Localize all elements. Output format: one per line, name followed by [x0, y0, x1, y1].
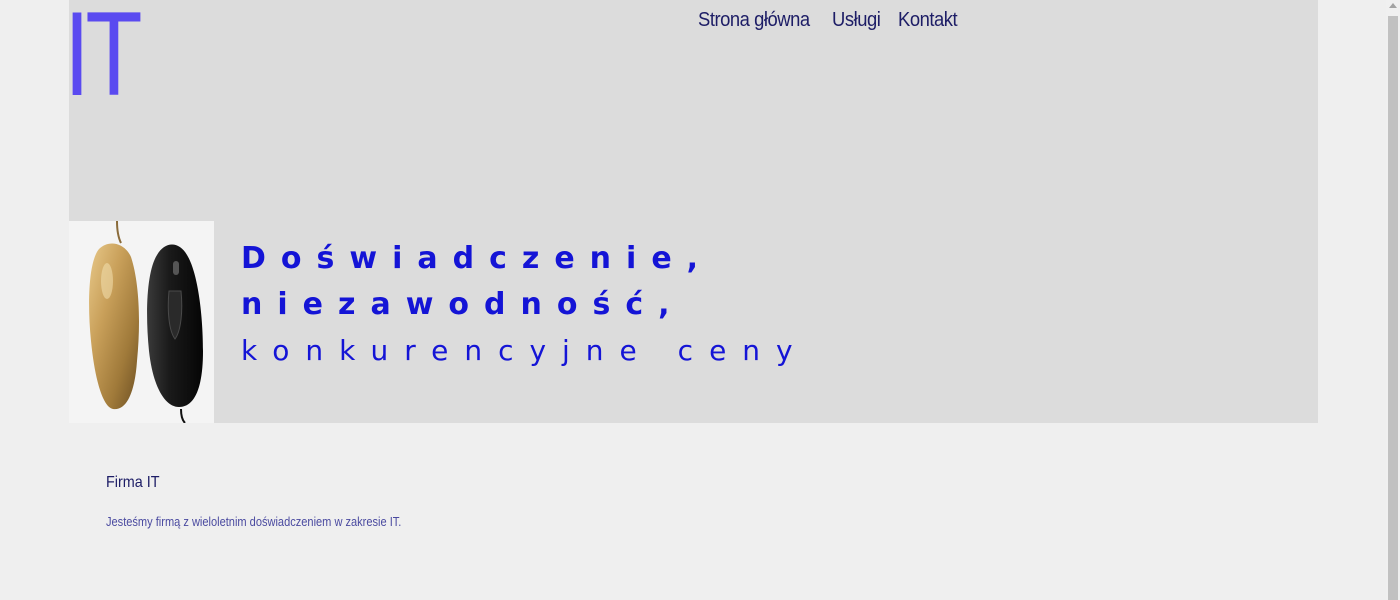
- site-logo[interactable]: IT: [64, 0, 142, 114]
- main-nav: Strona główna Usługi Kontakt: [698, 9, 962, 32]
- tagline-line-2: niezawodność,: [241, 287, 685, 322]
- nav-link-home[interactable]: Strona główna: [698, 9, 810, 32]
- scrollbar-thumb[interactable]: [1388, 16, 1398, 600]
- vertical-scrollbar[interactable]: [1386, 0, 1400, 600]
- hero-tagline: Doświadczenie, niezawodność, konkurencyj…: [241, 236, 809, 374]
- section-title: Firma IT: [106, 474, 160, 491]
- scroll-up-icon[interactable]: [1389, 3, 1397, 8]
- section-text: Jesteśmy firmą z wieloletnim doświadczen…: [106, 514, 402, 529]
- computer-mice-image: [69, 221, 214, 423]
- main-content: Firma IT Jesteśmy firmą z wieloletnim do…: [106, 474, 454, 529]
- tagline-line-1: Doświadczenie,: [241, 241, 714, 276]
- tagline-line-3: konkurencyjne ceny: [241, 334, 809, 367]
- nav-link-contact[interactable]: Kontakt: [898, 9, 958, 32]
- nav-link-services[interactable]: Usługi: [832, 9, 881, 32]
- mice-illustration: [69, 221, 214, 423]
- page: IT Strona główna Usługi Kontakt Doświadc…: [0, 0, 1400, 600]
